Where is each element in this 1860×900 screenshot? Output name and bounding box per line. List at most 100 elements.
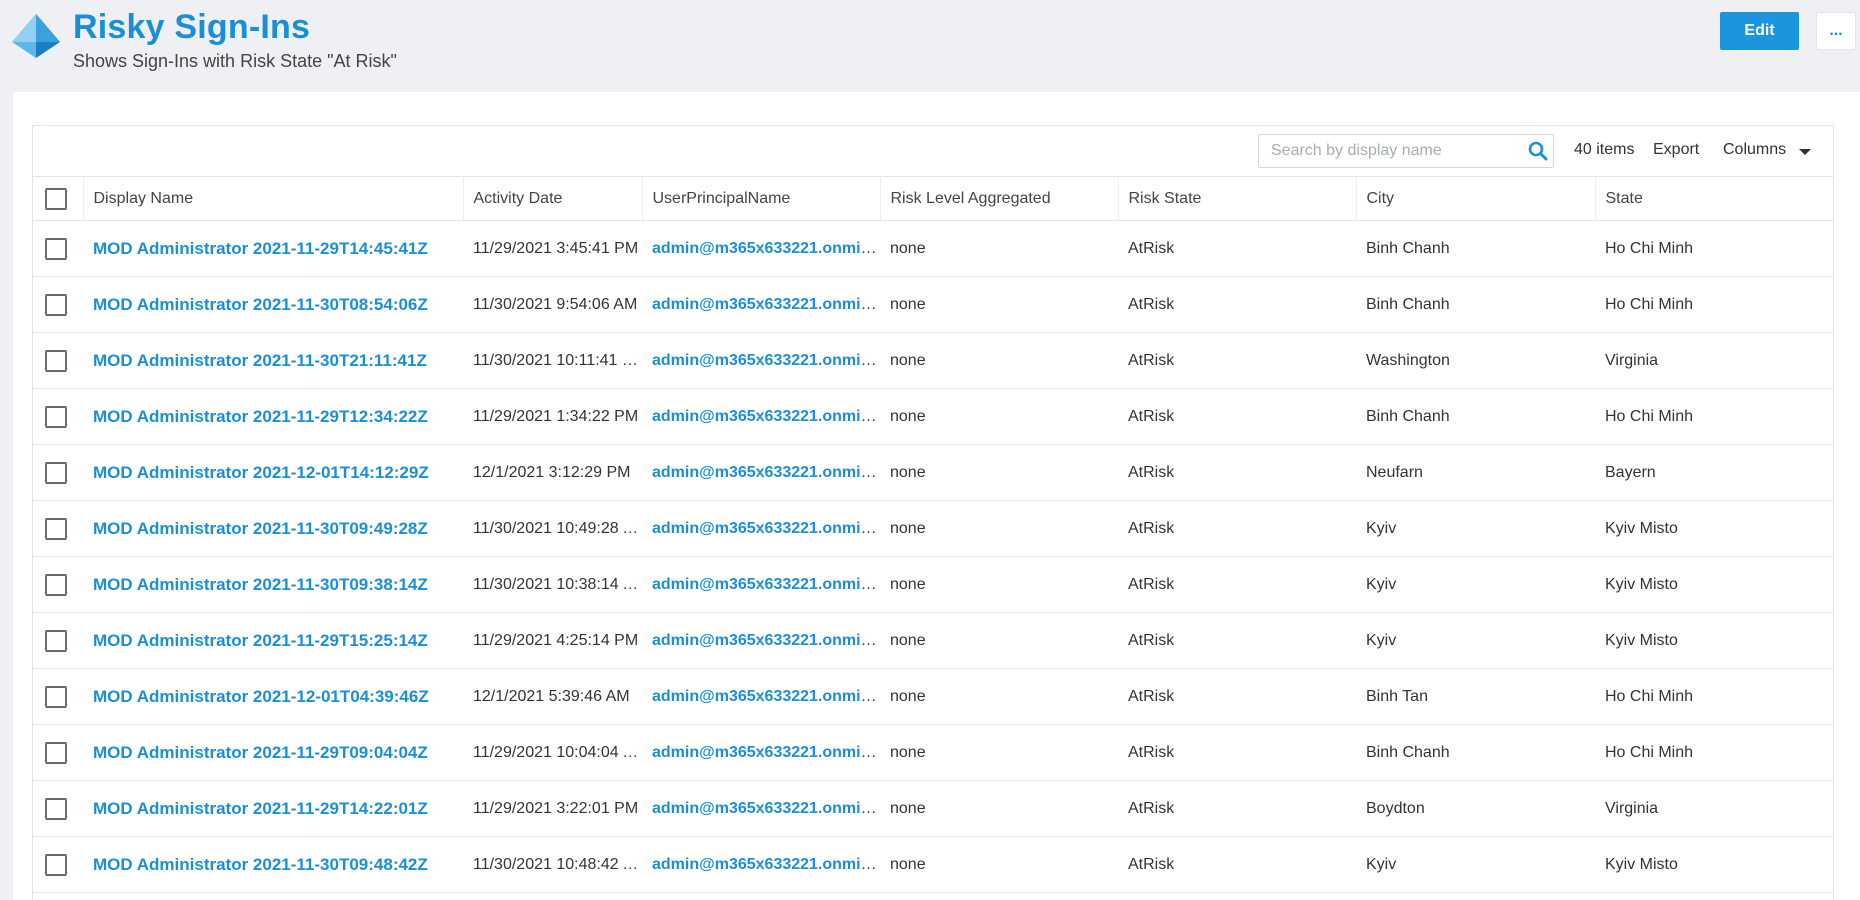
state-cell: Kyiv Misto [1595, 556, 1833, 613]
row-checkbox[interactable] [45, 293, 67, 316]
column-header-risk-level[interactable]: Risk Level Aggregated [880, 176, 1119, 221]
row-checkbox[interactable] [45, 797, 67, 820]
upn-link[interactable]: admin@m365x633221.onmicrosoft.com [652, 856, 880, 873]
display-name-link[interactable]: MOD Administrator 2021-12-01T14:12:29Z [93, 463, 429, 482]
table-row[interactable]: MOD Administrator 2021-11-29T12:34:22Z 11… [33, 388, 1833, 445]
row-checkbox[interactable] [45, 573, 67, 596]
upn-link[interactable]: admin@m365x633221.onmicrosoft.com [652, 800, 880, 817]
display-name-link[interactable]: MOD Administrator 2021-11-29T09:04:04Z [93, 743, 428, 762]
table-header-row: Display Name Activity Date UserPrincipal… [33, 176, 1833, 221]
display-name-link[interactable]: MOD Administrator 2021-11-30T09:49:28Z [93, 519, 428, 538]
risk-level-cell: none [880, 556, 1118, 613]
city-cell: Binh Chanh [1356, 220, 1595, 277]
risk-level-cell: none [880, 500, 1118, 557]
row-select-cell [33, 444, 83, 501]
row-checkbox[interactable] [45, 461, 67, 484]
column-header-activity-date[interactable]: Activity Date [463, 176, 643, 221]
display-name-link[interactable]: MOD Administrator 2021-11-29T12:34:22Z [93, 407, 428, 426]
upn-link[interactable]: admin@m365x633221.onmicrosoft.com [652, 352, 880, 369]
risk-state-cell: AtRisk [1118, 220, 1356, 277]
display-name-link[interactable]: MOD Administrator 2021-12-01T04:39:46Z [93, 687, 429, 706]
select-all-cell [33, 176, 84, 221]
state-cell: Virginia [1595, 780, 1833, 837]
row-checkbox[interactable] [45, 629, 67, 652]
city-cell: Kyiv [1356, 612, 1595, 669]
chevron-down-icon[interactable] [1799, 149, 1811, 155]
upn-link[interactable]: admin@m365x633221.onmicrosoft.com [652, 408, 880, 425]
upn-link[interactable]: admin@m365x633221.onmicrosoft.com [652, 744, 880, 761]
column-header-risk-state[interactable]: Risk State [1118, 176, 1357, 221]
state-cell: Bayern [1595, 444, 1833, 501]
table-row[interactable]: MOD Administrator 2021-11-30T21:11:41Z 11… [33, 332, 1833, 389]
risk-state-cell: AtRisk [1118, 444, 1356, 501]
grid-toolbar: 40 items Export Columns [33, 126, 1833, 176]
search-input[interactable] [1259, 135, 1519, 167]
search-icon[interactable] [1527, 140, 1549, 162]
column-header-city[interactable]: City [1356, 176, 1596, 221]
table-row[interactable]: MOD Administrator 2021-11-30T09:38:14Z 11… [33, 556, 1833, 613]
edit-button[interactable]: Edit [1720, 12, 1799, 50]
display-name-link[interactable]: MOD Administrator 2021-11-30T21:11:41Z [93, 351, 427, 370]
page-subtitle: Shows Sign-Ins with Risk State "At Risk" [73, 51, 397, 71]
table-row[interactable]: MOD Administrator 2021-11-29T14:22:01Z 11… [33, 780, 1833, 837]
display-name-link[interactable]: MOD Administrator 2021-11-29T15:25:14Z [93, 631, 428, 650]
upn-cell: admin@m365x633221.onmicrosoft.com [642, 332, 880, 389]
more-options-button[interactable]: ... [1816, 12, 1856, 50]
city-cell: Kyiv [1356, 556, 1595, 613]
table-row[interactable]: MOD Administrator 2021-11-29T15:25:14Z 11… [33, 612, 1833, 669]
row-checkbox[interactable] [45, 405, 67, 428]
upn-link[interactable]: admin@m365x633221.onmicrosoft.com [652, 464, 880, 481]
activity-date-cell: 11/29/2021 3:22:01 PM [463, 780, 642, 837]
risky-signins-grid: 40 items Export Columns Display Name Act… [32, 125, 1834, 900]
display-name-link[interactable]: MOD Administrator 2021-11-30T09:48:42Z [93, 855, 428, 874]
table-row[interactable]: MOD Administrator 2021-11-30T09:49:28Z 11… [33, 500, 1833, 557]
state-cell: Kyiv Misto [1595, 500, 1833, 557]
row-checkbox[interactable] [45, 685, 67, 708]
risk-level-cell: none [880, 612, 1118, 669]
display-name-link[interactable]: MOD Administrator 2021-11-29T14:45:41Z [93, 239, 428, 258]
upn-link[interactable]: admin@m365x633221.onmicrosoft.com [652, 240, 880, 257]
display-name-link[interactable]: MOD Administrator 2021-11-30T09:38:14Z [93, 575, 428, 594]
upn-link[interactable]: admin@m365x633221.onmicrosoft.com [652, 688, 880, 705]
row-checkbox[interactable] [45, 741, 67, 764]
upn-link[interactable]: admin@m365x633221.onmicrosoft.com [652, 296, 880, 313]
risk-state-cell: AtRisk [1118, 556, 1356, 613]
table-row[interactable]: MOD Administrator 2021-12-01T04:39:46Z 12… [33, 668, 1833, 725]
row-checkbox[interactable] [45, 237, 67, 260]
upn-link[interactable]: admin@m365x633221.onmicrosoft.com [652, 632, 880, 649]
column-header-upn[interactable]: UserPrincipalName [642, 176, 881, 221]
display-name-cell: MOD Administrator 2021-11-30T21:11:41Z [83, 332, 463, 389]
display-name-cell: MOD Administrator 2021-11-30T09:49:28Z [83, 500, 463, 557]
risk-level-cell: none [880, 332, 1118, 389]
app-logo-icon [12, 14, 60, 58]
row-checkbox[interactable] [45, 853, 67, 876]
display-name-link[interactable]: MOD Administrator 2021-11-30T08:54:06Z [93, 295, 428, 314]
row-checkbox[interactable] [45, 349, 67, 372]
table-row[interactable]: MOD Administrator 2021-11-30T08:54:06Z 11… [33, 276, 1833, 333]
columns-button[interactable]: Columns [1723, 141, 1786, 159]
activity-date-cell: 12/1/2021 5:39:46 AM [463, 668, 642, 725]
table-row[interactable]: MOD Administrator 2021-11-29T09:04:04Z 11… [33, 724, 1833, 781]
city-cell: Boydton [1356, 780, 1595, 837]
column-header-display-name[interactable]: Display Name [83, 176, 464, 221]
display-name-cell: MOD Administrator 2021-11-29T12:34:22Z [83, 388, 463, 445]
upn-link[interactable]: admin@m365x633221.onmicrosoft.com [652, 520, 880, 537]
display-name-link[interactable]: MOD Administrator 2021-11-29T14:22:01Z [93, 799, 428, 818]
table-row[interactable]: MOD Administrator 2021-11-30T09:48:42Z 11… [33, 836, 1833, 893]
table-row[interactable]: MOD Administrator 2021-11-29T14:45:41Z 11… [33, 220, 1833, 277]
select-all-checkbox[interactable] [45, 187, 67, 210]
activity-date-cell: 11/29/2021 4:25:14 PM [463, 612, 642, 669]
activity-date-cell: 11/30/2021 10:48:42 AM [463, 836, 642, 893]
risk-level-cell: none [880, 220, 1118, 277]
upn-cell: admin@m365x633221.onmicrosoft.com [642, 836, 880, 893]
upn-link[interactable]: admin@m365x633221.onmicrosoft.com [652, 576, 880, 593]
city-cell: Kyiv [1356, 500, 1595, 557]
upn-cell: admin@m365x633221.onmicrosoft.com [642, 724, 880, 781]
table-row[interactable]: MOD Administrator 2021-12-01T14:12:29Z 12… [33, 444, 1833, 501]
column-header-state[interactable]: State [1595, 176, 1833, 221]
risk-level-cell: none [880, 388, 1118, 445]
export-button[interactable]: Export [1653, 141, 1699, 159]
row-checkbox[interactable] [45, 517, 67, 540]
upn-cell: admin@m365x633221.onmicrosoft.com [642, 500, 880, 557]
risk-level-cell: none [880, 444, 1118, 501]
